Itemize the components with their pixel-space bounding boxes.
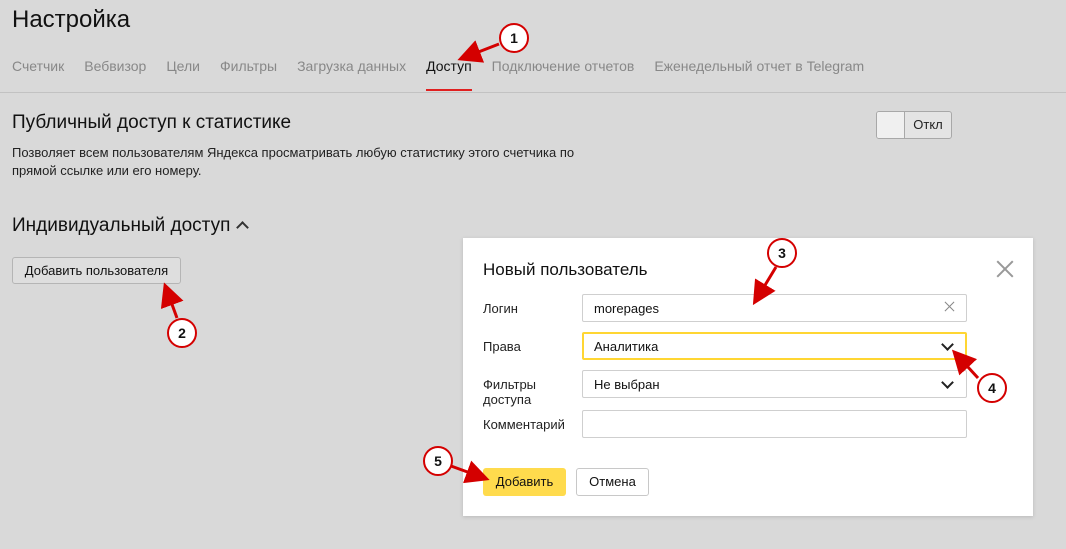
annotation-arrow-1 <box>457 40 500 63</box>
close-icon[interactable] <box>996 260 1014 278</box>
filters-label: Фильтры доступа <box>483 377 537 407</box>
individual-access-title-text: Индивидуальный доступ <box>12 215 231 236</box>
tab-data-upload[interactable]: Загрузка данных <box>297 58 406 92</box>
page-title: Настройка <box>12 6 131 33</box>
chevron-down-icon <box>941 338 954 351</box>
tab-access[interactable]: Доступ <box>426 58 472 92</box>
login-input[interactable] <box>583 295 934 321</box>
filters-select-value: Не выбран <box>594 377 660 392</box>
annotation-badge-1: 1 <box>499 23 529 53</box>
annotation-badge-4: 4 <box>977 373 1007 403</box>
tab-webvisor[interactable]: Вебвизор <box>84 58 146 92</box>
dialog-title: Новый пользователь <box>483 260 648 279</box>
tab-goals[interactable]: Цели <box>166 58 200 92</box>
annotation-arrow-2 <box>160 282 184 319</box>
individual-access-title[interactable]: Индивидуальный доступ <box>12 215 250 237</box>
comment-input[interactable] <box>583 411 934 437</box>
public-access-title: Публичный доступ к статистике <box>12 112 292 133</box>
comment-label: Комментарий <box>483 417 565 432</box>
cancel-button[interactable]: Отмена <box>576 468 649 496</box>
tab-report-connection[interactable]: Подключение отчетов <box>492 58 635 92</box>
tab-counter[interactable]: Счетчик <box>12 58 64 92</box>
rights-select-value: Аналитика <box>594 339 659 354</box>
annotation-badge-2: 2 <box>167 318 197 348</box>
public-access-description: Позволяет всем пользователям Яндекса про… <box>12 145 575 178</box>
annotation-badge-3: 3 <box>767 238 797 268</box>
annotation-badge-5: 5 <box>423 446 453 476</box>
login-field[interactable] <box>582 294 967 322</box>
login-label: Логин <box>483 301 518 316</box>
toggle-knob <box>877 112 905 138</box>
add-user-button[interactable]: Добавить пользователя <box>12 257 181 284</box>
public-access-toggle[interactable]: Откл <box>876 111 952 139</box>
tab-telegram-report[interactable]: Еженедельный отчет в Telegram <box>654 58 864 92</box>
rights-label: Права <box>483 339 521 354</box>
toggle-label: Откл <box>913 117 943 132</box>
chevron-up-icon <box>236 221 250 234</box>
clear-icon[interactable] <box>943 300 957 314</box>
rights-select[interactable]: Аналитика <box>582 332 967 360</box>
tab-bar: Счетчик Вебвизор Цели Фильтры Загрузка д… <box>12 58 884 92</box>
tab-filters[interactable]: Фильтры <box>220 58 277 92</box>
filters-select[interactable]: Не выбран <box>582 370 967 398</box>
new-user-dialog: Новый пользователь Логин Права Аналитика… <box>463 238 1033 516</box>
tabs-divider <box>0 92 1066 93</box>
chevron-down-icon <box>941 376 954 389</box>
submit-add-button[interactable]: Добавить <box>483 468 566 496</box>
comment-field[interactable] <box>582 410 967 438</box>
